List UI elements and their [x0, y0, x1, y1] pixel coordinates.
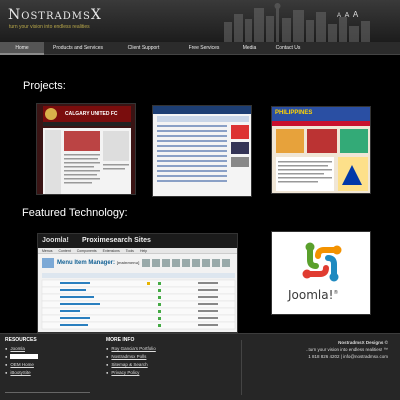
footer-more-info: MORE INFO Roy Gancia's Portfolio Nostrad… — [106, 337, 156, 378]
site-tagline: turn your vision into endless realities — [9, 24, 90, 30]
footer-resources: RESOURCES Joomla OEM Home iBootySite — [5, 337, 39, 378]
joomla-menu-help: Help — [139, 249, 148, 253]
resources-link-oem-home[interactable]: OEM Home — [5, 362, 38, 367]
nav-item-products-and-services[interactable]: Products and Services — [44, 42, 112, 55]
joomla-logo-icon — [272, 232, 370, 314]
more-info-heading: MORE INFO — [106, 337, 135, 343]
site-header: NostradmsX turn your vision into endless… — [0, 0, 400, 42]
project-thumbnail-proximesearch[interactable] — [152, 105, 252, 197]
main-navigation: Home Products and Services Client Suppor… — [0, 42, 400, 55]
joomla-menu-tools: Tools — [125, 249, 134, 253]
city-skyline-image — [224, 3, 370, 42]
nav-item-home[interactable]: Home — [0, 42, 44, 55]
nav-item-client-support[interactable]: Client Support — [112, 42, 175, 55]
joomla-menu-components: Components — [76, 249, 97, 253]
more-info-link-polls[interactable]: Nostradmsx Polls — [106, 354, 156, 359]
text-size-small-button[interactable]: A — [337, 13, 342, 19]
joomla-logo-text: Joomla!® — [288, 288, 339, 302]
resources-link-blank[interactable] — [5, 354, 39, 360]
philippines-screenshot — [272, 107, 370, 193]
nav-item-contact-us[interactable]: Contact Us — [266, 42, 310, 55]
site-logo[interactable]: NostradmsX — [8, 7, 102, 23]
featured-technology-heading: Featured Technology: — [22, 207, 128, 219]
calgary-united-title: CALGARY UNITED FC — [65, 111, 118, 117]
joomla-menu-extensions: Extensions — [102, 249, 120, 253]
more-info-link-portfolio[interactable]: Roy Gancia's Portfolio — [106, 346, 155, 351]
joomla-admin-screenshot[interactable]: Joomla! Proximesearch Sites Menus Conten… — [37, 233, 238, 333]
project-thumbnail-calgary-united[interactable]: CALGARY UNITED FC — [36, 103, 136, 195]
more-info-link-privacy[interactable]: Privacy Policy — [106, 370, 156, 375]
more-info-link-sitemap[interactable]: Sitemap & Search — [106, 362, 156, 367]
footer-copyright: NostradmsX Designs © ..turn your vision … — [306, 339, 388, 360]
project-thumbnail-philippines[interactable]: PHILIPPINES — [271, 106, 371, 194]
projects-heading: Projects: — [23, 80, 66, 92]
philippines-title: PHILIPPINES — [275, 110, 313, 116]
resources-link-joomla[interactable]: Joomla — [5, 346, 38, 351]
text-size-medium-button[interactable]: A — [345, 12, 350, 19]
calgary-united-screenshot — [37, 104, 135, 194]
copyright-line-3: 1 818 826 4202 | info@nostradmsx.com — [308, 354, 388, 359]
text-size-large-button[interactable]: A — [353, 10, 359, 19]
footer-underline — [5, 392, 90, 393]
copyright-line-2: ..turn your vision into endless realitie… — [305, 347, 388, 352]
joomla-logo-panel[interactable]: Joomla!® — [271, 231, 371, 315]
copyright-line-1: NostradmsX Designs © — [338, 340, 388, 345]
joomla-menu-menus: Menus — [42, 249, 53, 253]
footer-divider — [241, 340, 242, 395]
site-footer: RESOURCES Joomla OEM Home iBootySite MOR… — [0, 333, 400, 400]
resources-link-ibootysite[interactable]: iBootySite — [5, 370, 38, 375]
joomla-brand-label: Joomla! — [42, 237, 69, 244]
joomla-table-image — [41, 259, 236, 330]
resources-heading: RESOURCES — [5, 337, 37, 343]
joomla-menu-content: Content — [58, 249, 71, 253]
proximesearch-screenshot — [153, 106, 251, 196]
nav-item-media[interactable]: Media — [233, 42, 266, 55]
text-size-controls: A A A — [337, 10, 359, 19]
joomla-site-label: Proximesearch Sites — [82, 237, 151, 244]
nav-item-free-services[interactable]: Free Services — [175, 42, 233, 55]
